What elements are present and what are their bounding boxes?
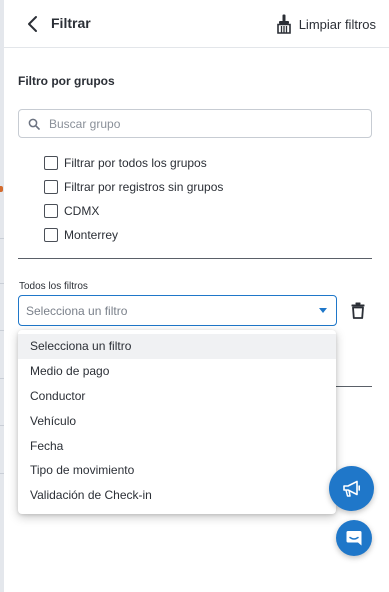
group-option-cdmx[interactable]: CDMX [44, 199, 223, 223]
dropdown-option[interactable]: Vehículo [18, 408, 336, 433]
filter-panel: Filtrar Limpiar filtros Filtro por grupo… [4, 0, 389, 592]
checkbox[interactable] [44, 204, 58, 218]
dropdown-option[interactable]: Medio de pago [18, 359, 336, 384]
filter-select[interactable]: Selecciona un filtro [18, 295, 337, 326]
group-search-input[interactable] [49, 116, 371, 131]
chevron-left-icon [28, 16, 37, 32]
background-page-marker [0, 186, 3, 192]
checkbox[interactable] [44, 228, 58, 242]
filter-select-value: Selecciona un filtro [26, 303, 128, 318]
panel-title: Filtrar [51, 15, 91, 31]
group-option-label: Filtrar por registros sin grupos [64, 180, 224, 194]
checkbox[interactable] [44, 156, 58, 170]
dropdown-option[interactable]: Conductor [18, 384, 336, 409]
chat-icon [346, 531, 362, 546]
dropdown-option[interactable]: Fecha [18, 433, 336, 458]
group-option-monterrey[interactable]: Monterrey [44, 223, 223, 247]
section-divider [18, 258, 372, 259]
group-option-label: Monterrey [64, 228, 119, 242]
group-option-label: CDMX [64, 204, 100, 218]
trash-icon [351, 302, 365, 319]
checkbox[interactable] [44, 180, 58, 194]
group-option-label: Filtrar por todos los grupos [64, 156, 207, 170]
search-icon [28, 118, 40, 130]
clear-filters-button[interactable]: Limpiar filtros [276, 12, 376, 36]
panel-header: Filtrar Limpiar filtros [4, 0, 389, 48]
group-search-box [18, 109, 372, 138]
dropdown-option[interactable]: Tipo de movimiento [18, 458, 336, 483]
group-filter-title: Filtro por grupos [18, 74, 115, 88]
group-option-all[interactable]: Filtrar por todos los grupos [44, 151, 223, 175]
broom-icon [276, 14, 291, 34]
back-button[interactable] [22, 12, 42, 36]
group-checkbox-list: Filtrar por todos los grupos Filtrar por… [44, 151, 223, 247]
megaphone-icon [342, 480, 360, 497]
caret-down-icon [319, 308, 327, 313]
dropdown-option[interactable]: Selecciona un filtro [18, 334, 336, 359]
filter-dropdown-menu: Selecciona un filtro Medio de pago Condu… [18, 330, 336, 514]
announcements-button[interactable] [329, 466, 374, 511]
group-option-no-group[interactable]: Filtrar por registros sin grupos [44, 175, 223, 199]
all-filters-label: Todos los filtros [19, 281, 88, 292]
clear-filters-label: Limpiar filtros [298, 16, 376, 32]
dropdown-option[interactable]: Validación de Check-in [18, 483, 336, 508]
chat-button[interactable] [336, 520, 372, 556]
delete-filter-button[interactable] [349, 299, 367, 321]
